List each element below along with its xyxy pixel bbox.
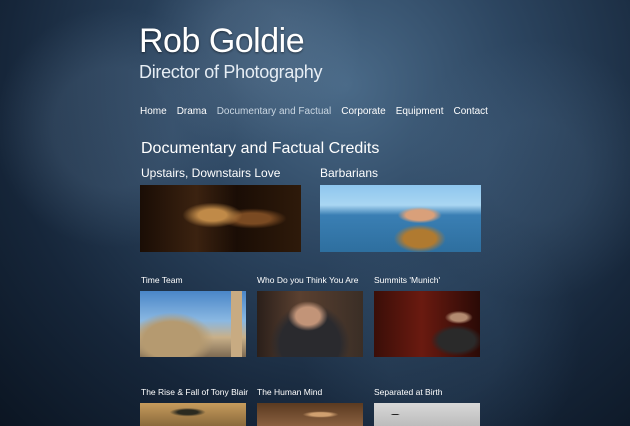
credit-title-who-do-you-think-you-are[interactable]: Who Do you Think You Are [257,275,358,285]
credit-title-time-team[interactable]: Time Team [141,275,183,285]
credit-thumbnail-upstairs-downstairs-love[interactable] [140,185,301,252]
credit-thumbnail-separated-at-birth[interactable] [374,403,480,426]
nav-corporate[interactable]: Corporate [341,106,385,117]
nav-home[interactable]: Home [140,106,167,117]
page-heading: Documentary and Factual Credits [141,140,380,157]
credit-thumbnail-who-do-you-think-you-are[interactable] [257,291,363,357]
main-nav: Home Drama Documentary and Factual Corpo… [140,106,488,117]
credit-title-upstairs-downstairs-love[interactable]: Upstairs, Downstairs Love [141,166,280,180]
site-title: Rob Goldie [139,22,305,60]
credit-title-summits-munich[interactable]: Summits 'Munich' [374,275,440,285]
credit-thumbnail-barbarians[interactable] [320,185,481,252]
nav-documentary-and-factual[interactable]: Documentary and Factual [217,106,332,117]
credit-thumbnail-rise-and-fall-of-tony-blair[interactable] [140,403,246,426]
credit-thumbnail-the-human-mind[interactable] [257,403,363,426]
credit-title-rise-and-fall-of-tony-blair[interactable]: The Rise & Fall of Tony Blair [141,387,248,397]
credit-title-separated-at-birth[interactable]: Separated at Birth [374,387,443,397]
nav-contact[interactable]: Contact [454,106,488,117]
credit-title-barbarians[interactable]: Barbarians [320,166,378,180]
nav-drama[interactable]: Drama [177,106,207,117]
credit-thumbnail-time-team[interactable] [140,291,246,357]
credit-thumbnail-summits-munich[interactable] [374,291,480,357]
credit-title-the-human-mind[interactable]: The Human Mind [257,387,322,397]
nav-equipment[interactable]: Equipment [396,106,444,117]
site-subtitle: Director of Photography [139,62,323,82]
